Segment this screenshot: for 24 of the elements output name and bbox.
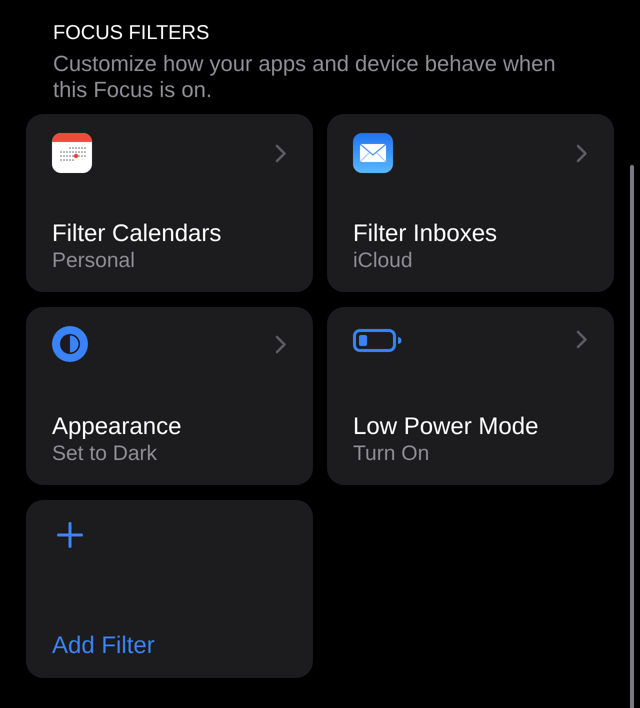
chevron-right-icon — [576, 144, 588, 162]
calendar-icon — [52, 133, 92, 173]
chevron-right-icon — [275, 144, 287, 162]
filter-card[interactable]: Filter Inboxes iCloud — [327, 114, 614, 292]
filter-title: Filter Calendars — [52, 220, 222, 248]
section-description: Customize how your apps and device behave when this Focus is on. — [53, 51, 557, 103]
chevron-right-icon — [275, 334, 287, 354]
add-filter-button[interactable]: Add Filter — [26, 500, 313, 678]
filter-subtitle: iCloud — [353, 248, 414, 274]
filter-title: Filter Inboxes — [353, 220, 498, 248]
filter-card[interactable]: Filter Calendars Personal — [26, 114, 313, 292]
filter-subtitle: Personal — [52, 248, 136, 274]
chevron-right-icon — [576, 330, 588, 348]
filter-title: Low Power Mode — [353, 413, 540, 441]
filter-subtitle: Set to Dark — [52, 441, 158, 467]
filter-title: Appearance — [52, 413, 182, 441]
filter-card[interactable]: Appearance Set to Dark — [26, 307, 313, 485]
plus-icon — [57, 522, 83, 548]
section-heading: FOCUS FILTERS — [53, 21, 210, 45]
envelope-icon — [353, 133, 393, 173]
filter-subtitle: Turn On — [353, 441, 430, 467]
half-circle-icon — [52, 326, 88, 362]
filter-card[interactable]: Low Power Mode Turn On — [327, 307, 614, 485]
battery-icon — [353, 329, 402, 352]
